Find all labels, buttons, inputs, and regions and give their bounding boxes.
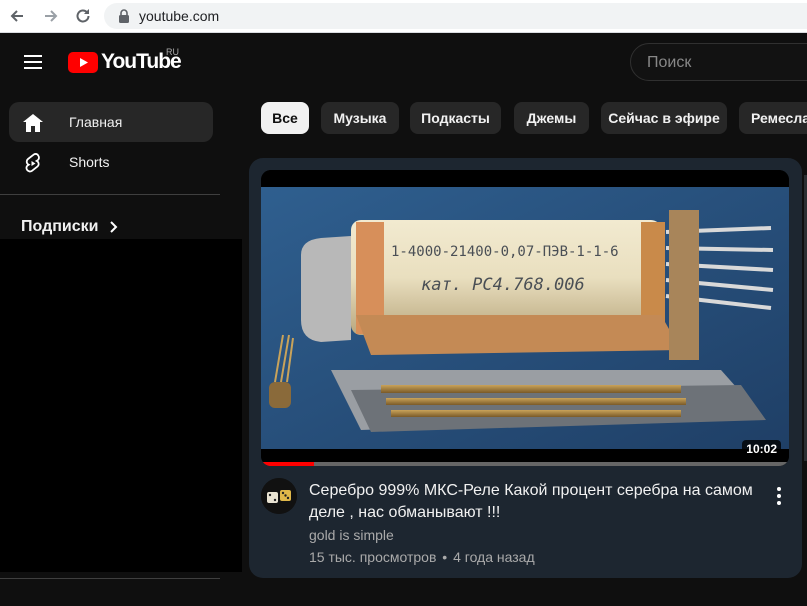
subscriptions-title: Подписки — [21, 218, 99, 235]
video-duration: 10:02 — [742, 440, 781, 458]
video-title[interactable]: Серебро 999% МКС-Реле Какой процент сере… — [309, 480, 769, 524]
chevron-right-icon — [110, 221, 118, 233]
arrow-left-icon — [10, 10, 23, 22]
sidebar-item-shorts[interactable]: Shorts — [9, 142, 213, 182]
reload-icon — [76, 9, 90, 23]
channel-avatar[interactable] — [261, 478, 297, 514]
youtube-logo[interactable]: YouTube — [68, 50, 182, 74]
meta-separator: • — [442, 549, 448, 565]
back-button[interactable] — [6, 5, 28, 27]
subscriptions-link[interactable]: Подписки — [21, 218, 122, 236]
search-placeholder: Поиск — [647, 54, 692, 71]
chip-crafts[interactable]: Ремесла — [739, 102, 807, 134]
youtube-header: YouTube RU Поиск — [0, 33, 807, 91]
forward-button[interactable] — [40, 5, 62, 27]
chip-music[interactable]: Музыка — [321, 102, 399, 134]
sidebar-item-label: Главная — [69, 114, 123, 130]
chip-all[interactable]: Все — [261, 102, 309, 134]
dice-avatar-icon — [261, 478, 297, 514]
arrow-right-icon — [45, 10, 58, 22]
more-actions-button[interactable] — [769, 484, 789, 508]
sidebar-item-label: Shorts — [69, 154, 110, 170]
view-count: 15 тыс. просмотров — [309, 549, 437, 565]
watch-progress-fill — [261, 462, 314, 466]
chip-live[interactable]: Сейчас в эфире — [601, 102, 727, 134]
upload-age: 4 года назад — [453, 549, 535, 565]
reload-button[interactable] — [72, 5, 94, 27]
sidebar-item-home[interactable]: Главная — [9, 102, 213, 142]
subscriptions-list — [0, 239, 242, 572]
relay-thumbnail-image: 1-4000-21400-0,07-ПЭВ-1-1-6 кат. РС4.768… — [261, 170, 789, 466]
coil-label-line-2: кат. РС4.768.006 — [421, 275, 585, 295]
region-code: RU — [166, 47, 179, 57]
home-icon — [23, 114, 43, 132]
browser-toolbar: youtube.com — [0, 0, 807, 33]
video-card[interactable]: 1-4000-21400-0,07-ПЭВ-1-1-6 кат. РС4.768… — [249, 158, 802, 578]
address-bar[interactable]: youtube.com — [104, 3, 807, 29]
video-thumbnail[interactable]: 1-4000-21400-0,07-ПЭВ-1-1-6 кат. РС4.768… — [261, 170, 789, 466]
sidebar-divider — [0, 578, 220, 579]
menu-button[interactable] — [20, 49, 46, 75]
shorts-icon — [25, 153, 40, 173]
video-metadata: 15 тыс. просмотров • 4 года назад — [309, 549, 535, 565]
kebab-menu-icon — [777, 487, 781, 505]
search-input[interactable]: Поиск — [630, 43, 807, 81]
coil-label-line-1: 1-4000-21400-0,07-ПЭВ-1-1-6 — [391, 244, 619, 260]
channel-name[interactable]: gold is simple — [309, 527, 394, 543]
chip-jams[interactable]: Джемы — [514, 102, 589, 134]
youtube-play-icon — [68, 51, 98, 73]
sidebar-divider — [0, 194, 220, 195]
lock-icon — [119, 9, 129, 23]
url-text: youtube.com — [139, 8, 220, 24]
watch-progress — [261, 462, 789, 466]
hamburger-icon — [24, 55, 42, 69]
chip-podcasts[interactable]: Подкасты — [410, 102, 501, 134]
sidebar: Главная Shorts Подписки — [0, 91, 242, 606]
